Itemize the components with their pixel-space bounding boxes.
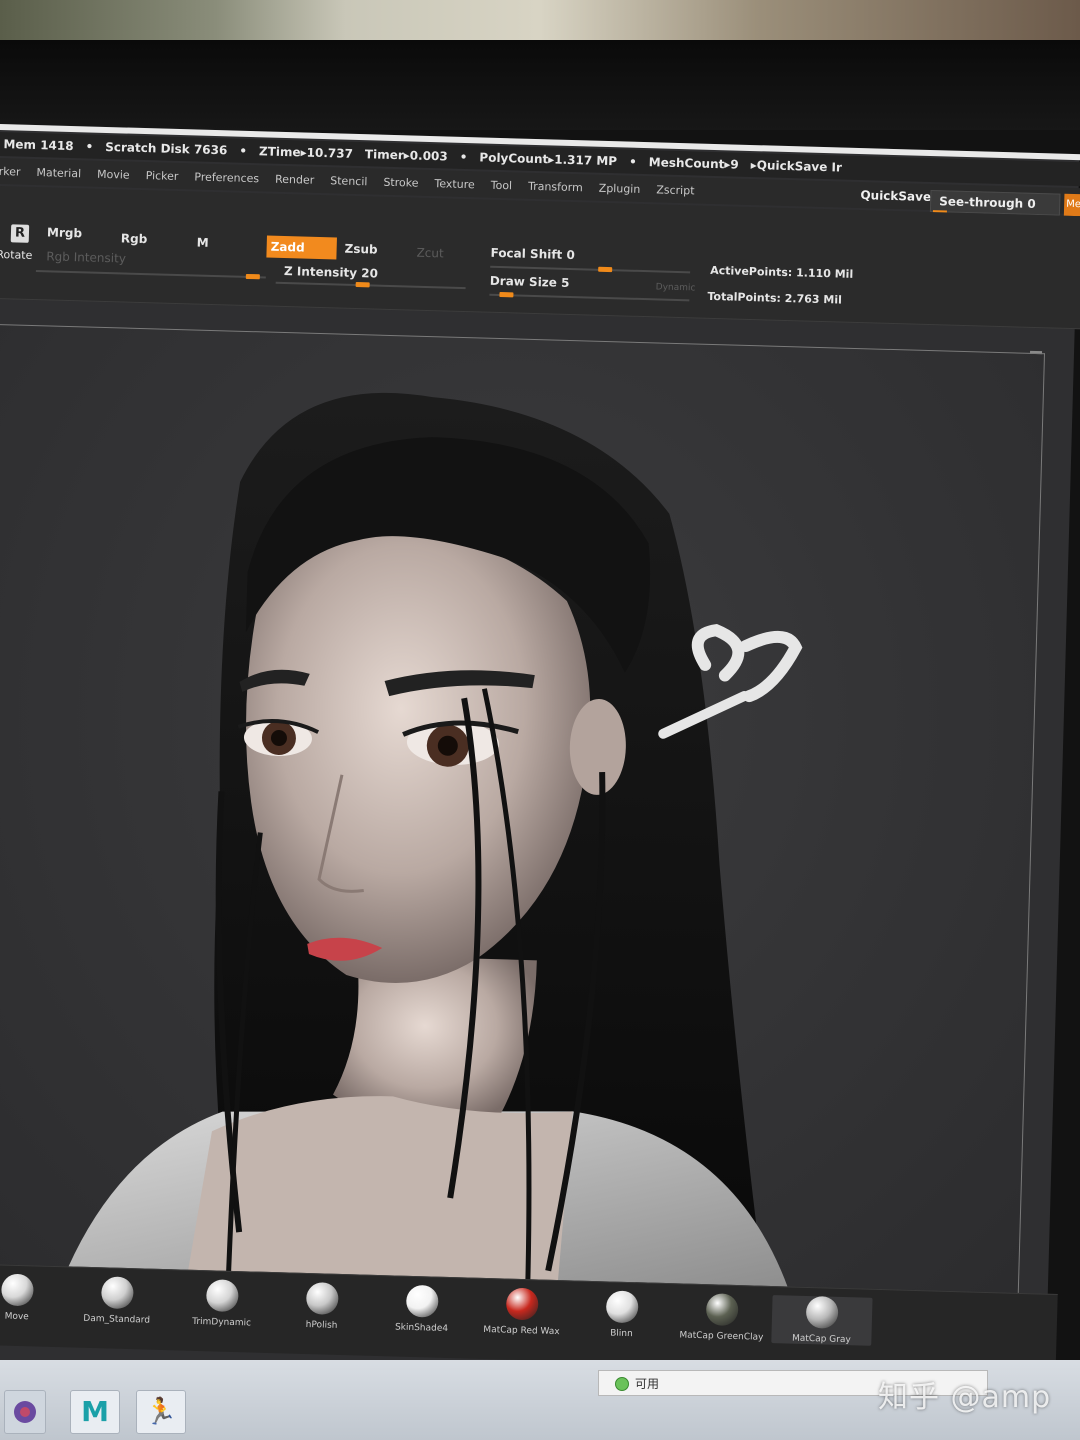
focal-shift-slider[interactable]: Focal Shift 0: [490, 246, 575, 262]
brush-hpolish[interactable]: hPolish: [271, 1281, 372, 1332]
watermark: 知乎 @amp: [878, 1380, 1052, 1415]
brush-move[interactable]: Move: [0, 1273, 68, 1324]
maya-icon: M: [81, 1395, 109, 1428]
menu-item-render[interactable]: Render: [275, 172, 315, 186]
brush-dam-standard[interactable]: Dam_Standard: [67, 1275, 168, 1326]
maya-taskbar-button[interactable]: M: [70, 1390, 120, 1434]
zsub-button[interactable]: Zsub: [344, 242, 377, 257]
move-brush-icon: [1, 1273, 34, 1307]
rotate-icon[interactable]: R: [10, 224, 30, 243]
room-background: [0, 0, 1080, 40]
quicksave-ir-button[interactable]: ▸QuickSave Ir: [751, 158, 843, 175]
zcut-button[interactable]: Zcut: [416, 246, 444, 261]
menu-item-transform[interactable]: Transform: [528, 179, 583, 194]
material-matcap-greenclay[interactable]: MatCap GreenClay: [671, 1292, 772, 1343]
quicksave-button[interactable]: QuickSave: [860, 188, 931, 204]
material-matcap-gray[interactable]: MatCap Gray: [771, 1295, 873, 1346]
brush-label: Dam_Standard: [83, 1313, 151, 1326]
menu-item-texture[interactable]: Texture: [434, 177, 475, 191]
document-canvas[interactable]: [0, 323, 1046, 1295]
menu-item-zplugin[interactable]: Zplugin: [599, 181, 641, 195]
hpolish-brush-icon: [305, 1282, 339, 1315]
menu-item-stroke[interactable]: Stroke: [383, 175, 418, 189]
z-intensity-knob[interactable]: [355, 281, 370, 288]
menu-item-zscript[interactable]: Zscript: [656, 183, 695, 197]
material-skinshade4[interactable]: SkinShade4: [371, 1284, 472, 1335]
sculpt-model: [68, 392, 803, 1294]
brush-label: hPolish: [305, 1320, 338, 1331]
material-label: MatCap Gray: [791, 1333, 851, 1346]
gray-material-icon: [805, 1295, 839, 1329]
dam-standard-brush-icon: [100, 1276, 134, 1310]
see-through-label: See-through 0: [939, 194, 1036, 211]
timer-readout: Timer▸0.003: [364, 147, 448, 164]
zadd-button[interactable]: Zadd: [266, 235, 337, 260]
material-label: SkinShade4: [394, 1322, 449, 1334]
runner-taskbar-button[interactable]: 🏃: [136, 1390, 186, 1434]
draw-size-slider[interactable]: Draw Size 5: [490, 274, 570, 290]
dynamic-toggle[interactable]: Dynamic: [656, 282, 696, 293]
menu-item-tool[interactable]: Tool: [491, 178, 513, 192]
menu-item-material[interactable]: Material: [36, 166, 81, 180]
rotate-label[interactable]: Rotate: [0, 248, 33, 262]
brush-label: Move: [4, 1311, 29, 1323]
red-wax-material-icon: [505, 1287, 539, 1321]
material-label: Blinn: [610, 1328, 633, 1340]
greenclay-material-icon: [705, 1293, 739, 1327]
material-matcap-red-wax[interactable]: MatCap Red Wax: [471, 1287, 572, 1338]
m-button[interactable]: M: [197, 236, 209, 250]
scratch-disk-readout: Scratch Disk 7636: [105, 139, 228, 158]
ztime-readout: ZTime▸10.737: [258, 144, 354, 161]
menu-item-preferences[interactable]: Preferences: [194, 170, 259, 185]
menu-item-movie[interactable]: Movie: [97, 167, 130, 181]
menu-item-marker[interactable]: rker: [0, 164, 21, 178]
menu-item-stencil[interactable]: Stencil: [330, 174, 368, 188]
zbrush-app-icon: [14, 1401, 36, 1423]
trimdynamic-brush-icon: [205, 1279, 239, 1313]
rgb-button[interactable]: Rgb: [121, 231, 148, 246]
polycount-readout: PolyCount▸1.317 MP: [479, 150, 618, 169]
focal-shift-knob[interactable]: [598, 266, 613, 273]
mem-readout: Mem 1418: [3, 137, 74, 154]
menus-tab[interactable]: Me: [1063, 193, 1080, 217]
material-blinn[interactable]: Blinn: [571, 1289, 672, 1340]
brush-label: TrimDynamic: [192, 1316, 252, 1329]
blinn-material-icon: [605, 1290, 639, 1324]
material-label: MatCap GreenClay: [679, 1330, 764, 1343]
menu-item-picker[interactable]: Picker: [145, 169, 178, 183]
status-dot-icon: [615, 1377, 629, 1391]
material-label: MatCap Red Wax: [483, 1324, 560, 1338]
available-label: 可用: [635, 1377, 660, 1391]
zbrush-window: Mem 1418 • Scratch Disk 7636 • ZTime▸10.73…: [0, 123, 1080, 1394]
rgb-intensity-knob[interactable]: [245, 273, 260, 280]
monitor-bezel: [0, 40, 1080, 130]
start-icon[interactable]: [4, 1390, 46, 1434]
running-figure-icon: 🏃: [144, 1397, 178, 1427]
rgb-intensity-slider[interactable]: Rgb Intensity: [46, 249, 126, 265]
z-intensity-slider[interactable]: Z Intensity 20: [284, 264, 378, 281]
brush-trimdynamic[interactable]: TrimDynamic: [171, 1278, 272, 1329]
skinshade-material-icon: [405, 1284, 439, 1318]
meshcount-readout: MeshCount▸9: [648, 155, 739, 172]
draw-size-knob[interactable]: [499, 292, 514, 298]
mrgb-button[interactable]: Mrgb: [47, 225, 82, 240]
